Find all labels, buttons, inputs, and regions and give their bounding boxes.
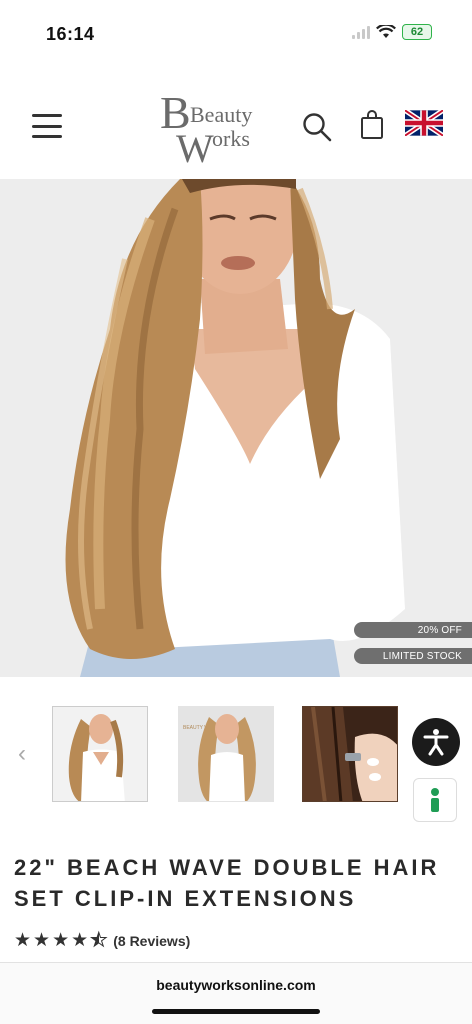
logo-line2: orks: [212, 126, 250, 151]
star-icon: ★: [33, 930, 51, 951]
model-illustration: [0, 179, 472, 677]
status-time: 16:14: [46, 24, 95, 44]
search-icon[interactable]: [302, 112, 332, 142]
discount-badge: 20% OFF: [354, 622, 472, 638]
logo-mark: B Beauty W orks: [160, 87, 252, 171]
status-icons: 62: [352, 24, 432, 40]
previous-arrow-icon[interactable]: ‹: [18, 740, 26, 768]
beauty-works-logo[interactable]: B Beauty W orks: [160, 86, 270, 171]
star-icon: ★: [71, 930, 89, 951]
thumbnail-3[interactable]: [302, 706, 398, 802]
svg-text:W: W: [176, 126, 214, 166]
product-title: 22" BEACH WAVE DOUBLE HAIR SET CLIP-IN E…: [14, 855, 440, 911]
product-hero-image[interactable]: 20% OFF LIMITED STOCK: [0, 179, 472, 677]
wifi-icon: [376, 25, 396, 38]
thumbnail-model-image: [53, 707, 147, 801]
site-header: B Beauty W orks: [0, 78, 472, 174]
accessibility-icon[interactable]: [412, 718, 460, 766]
thumbnail-model-branded-image: BEAUTY WORKS: [179, 707, 273, 801]
thumbnail-2[interactable]: BEAUTY WORKS: [178, 706, 274, 802]
thumbnail-1[interactable]: [52, 706, 148, 802]
limited-stock-badge: LIMITED STOCK: [354, 648, 472, 664]
info-person-icon: [431, 788, 439, 812]
thumbnail-clip-detail-image: [303, 707, 397, 801]
url-text[interactable]: beautyworksonline.com: [0, 977, 472, 993]
help-widget-button[interactable]: [413, 778, 457, 822]
home-indicator: [152, 1009, 320, 1014]
review-count-link[interactable]: (8 Reviews): [113, 933, 190, 949]
cellular-signal-icon: [352, 25, 370, 39]
battery-indicator: 62: [402, 24, 432, 40]
accessibility-person-icon: [423, 729, 449, 756]
star-icon: ★: [52, 930, 70, 951]
logo-line1: Beauty: [190, 102, 252, 127]
thumbnail-gallery: ‹ BEAUTY WORKS: [0, 700, 472, 810]
uk-flag-icon[interactable]: [405, 110, 443, 136]
hamburger-menu-icon[interactable]: [32, 114, 62, 138]
browser-address-bar: beautyworksonline.com: [0, 962, 472, 1024]
half-star-icon: ★: [90, 931, 108, 951]
shopping-bag-icon[interactable]: [360, 110, 384, 140]
star-icon: ★: [14, 930, 32, 951]
status-bar: 16:14 62: [0, 0, 472, 70]
product-rating[interactable]: ★ ★ ★ ★ ★ (8 Reviews): [14, 930, 190, 951]
